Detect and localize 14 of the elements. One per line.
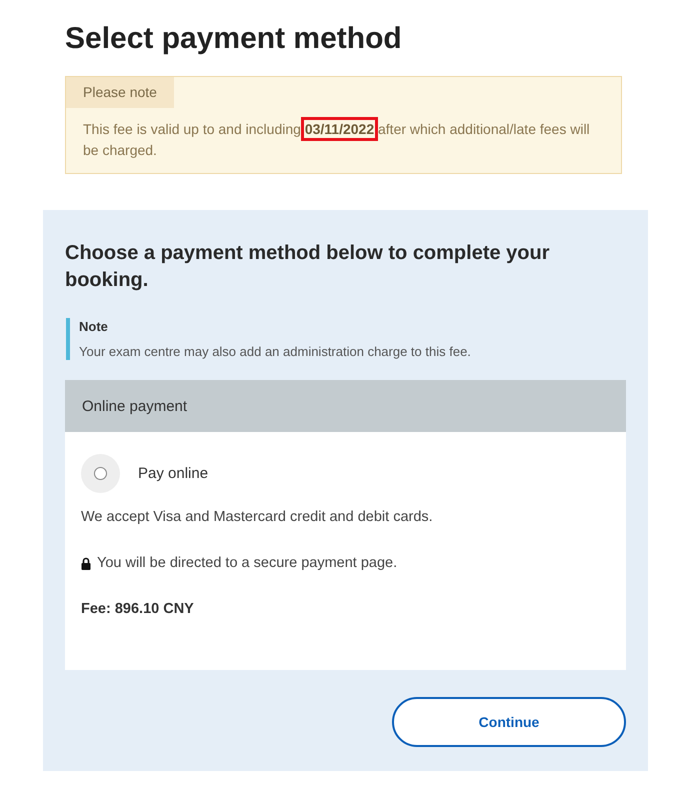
radio-button[interactable] bbox=[94, 467, 107, 480]
notice-text: This fee is valid up to and including 03/11/2022 after which additional/late fees will be charged. bbox=[83, 119, 604, 161]
continue-button[interactable]: Continue bbox=[392, 697, 626, 747]
note-text: Your exam centre may also add an administration charge to this fee. bbox=[79, 344, 472, 359]
page-title: Select payment method bbox=[65, 22, 402, 56]
secure-text: You will be directed to a secure payment page. bbox=[97, 555, 398, 571]
accept-text: We accept Visa and Mastercard credit and debit cards. bbox=[81, 509, 434, 525]
fee-text: Fee: 896.10 CNY bbox=[81, 601, 195, 617]
note-title: Note bbox=[79, 319, 109, 334]
section-title: Online payment bbox=[82, 398, 188, 414]
panel-heading: Choose a payment method below to complete your booking. bbox=[65, 241, 551, 293]
pay-online-radio[interactable]: Pay online bbox=[81, 454, 208, 493]
lock-icon bbox=[81, 556, 91, 570]
notice-title: Please note bbox=[66, 77, 174, 108]
